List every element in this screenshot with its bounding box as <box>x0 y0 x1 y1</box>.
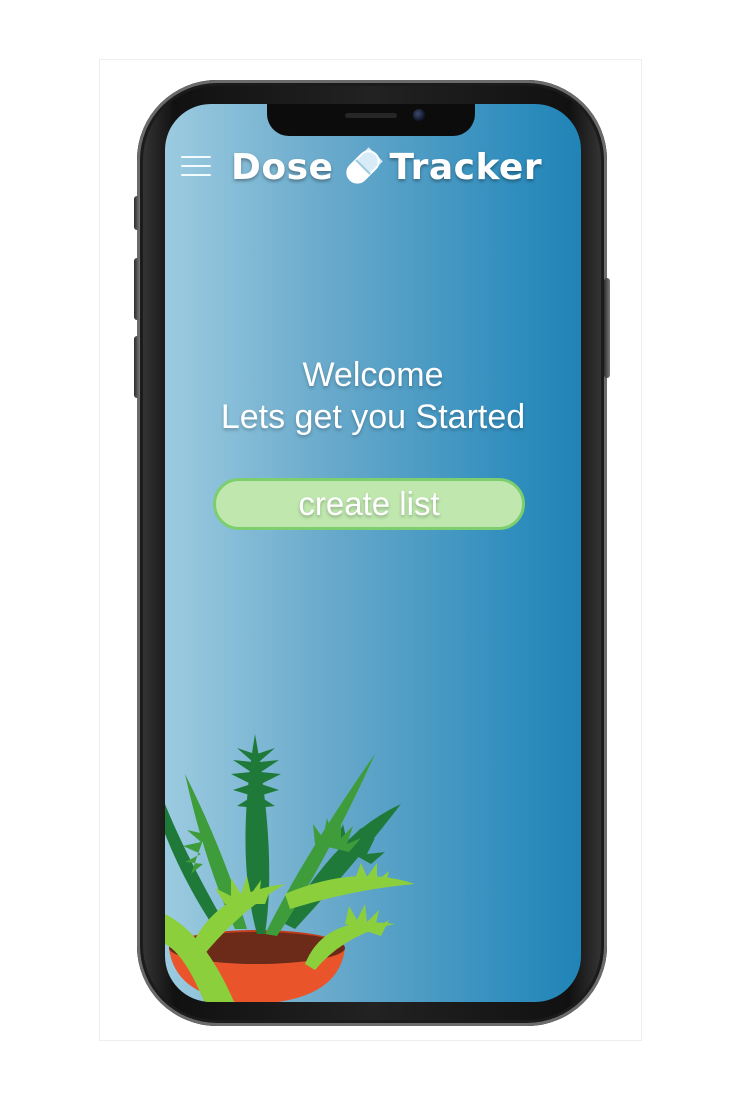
hamburger-menu-icon[interactable] <box>181 156 211 178</box>
side-button-volume-up <box>134 258 140 320</box>
potted-plant-illustration <box>165 734 415 1002</box>
capsule-pill-icon <box>341 145 385 189</box>
side-button-volume-down <box>134 336 140 398</box>
logo-text-dose: Dose <box>231 146 334 188</box>
side-button-power <box>604 278 610 378</box>
logo-text-tracker: Tracker <box>389 146 543 188</box>
app-screen: Dose Tracker Welcome Lets get you Starte… <box>165 104 581 1002</box>
welcome-title: Welcome <box>302 356 444 394</box>
side-button-silent <box>134 196 140 230</box>
welcome-message: Welcome Lets get you Started <box>165 354 581 438</box>
app-logo: Dose Tracker <box>231 140 551 194</box>
create-list-button[interactable]: create list <box>213 478 525 530</box>
phone-notch <box>267 104 475 136</box>
page: Dose Tracker Welcome Lets get you Starte… <box>0 0 741 1101</box>
welcome-subtitle: Lets get you Started <box>220 398 526 436</box>
